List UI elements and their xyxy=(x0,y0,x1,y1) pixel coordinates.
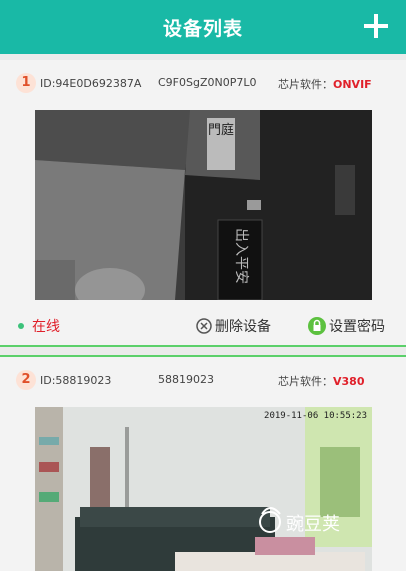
camera-preview[interactable]: 門庭 出入平安 xyxy=(35,110,372,300)
add-device-button[interactable] xyxy=(356,6,396,46)
device-info-row: 2 ID:58819023 58819023 芯片软件：V380 xyxy=(0,369,406,393)
plus-icon xyxy=(364,14,388,38)
chip-label: 芯片软件： xyxy=(278,375,333,388)
delete-label: 删除设备 xyxy=(215,319,271,335)
app-header: 设备列表 xyxy=(0,0,406,54)
chip-value: ONVIF xyxy=(333,78,372,91)
sign-text: 出入平安 xyxy=(233,228,249,284)
device-actions: 在线 删除设备 设置密码 xyxy=(0,312,406,340)
device-index: 1 xyxy=(16,73,36,93)
watermark-text: 豌豆荚 xyxy=(286,514,340,535)
chip-software: 芯片软件：V380 xyxy=(278,373,364,389)
delete-device-button[interactable]: 删除设备 xyxy=(196,316,271,336)
poster-text: 門庭 xyxy=(208,122,234,138)
chip-software: 芯片软件：ONVIF xyxy=(278,76,372,92)
device-id: ID:94E0D692387A xyxy=(40,77,142,90)
online-status: 在线 xyxy=(18,316,60,336)
password-label: 设置密码 xyxy=(329,319,385,335)
device-card[interactable]: 1 ID:94E0D692387A C9F0SgZ0N0P7L0 芯片软件：ON… xyxy=(0,60,406,347)
device-serial: C9F0SgZ0N0P7L0 xyxy=(158,76,257,89)
chip-label: 芯片软件： xyxy=(278,78,333,91)
camera-preview[interactable]: 2019-11-06 10:55:23 xyxy=(35,407,372,571)
device-info-row: 1 ID:94E0D692387A C9F0SgZ0N0P7L0 芯片软件：ON… xyxy=(0,72,406,96)
lock-icon xyxy=(308,317,326,335)
chip-value: V380 xyxy=(333,375,365,388)
device-serial: 58819023 xyxy=(158,373,214,386)
delete-circle-icon xyxy=(196,318,212,334)
device-index: 2 xyxy=(16,370,36,390)
camera-image: 門庭 出入平安 xyxy=(35,110,372,300)
status-dot-icon xyxy=(18,323,24,329)
camera-image: 2019-11-06 10:55:23 xyxy=(35,407,372,571)
camera-timestamp: 2019-11-06 10:55:23 xyxy=(264,411,367,421)
status-text: 在线 xyxy=(32,319,60,335)
watermark-logo: 豌豆荚 xyxy=(259,507,340,535)
device-id: ID:58819023 xyxy=(40,374,112,387)
set-password-button[interactable]: 设置密码 xyxy=(308,316,385,336)
page-title: 设备列表 xyxy=(162,17,243,40)
